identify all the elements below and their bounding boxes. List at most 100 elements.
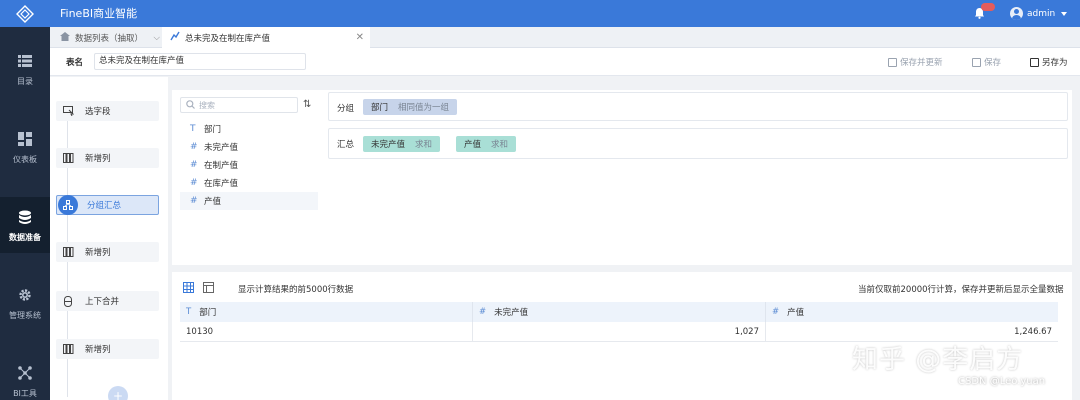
summary-field-chip[interactable]: 产值 求和 (456, 136, 517, 152)
list-item[interactable]: T 部门 (180, 120, 318, 138)
group-dropzone[interactable]: 分组 部门 相同值为一组 (328, 92, 1068, 121)
preview-limit-note: 当前仅取前20000行计算，保存并更新后显示全量数据 (858, 285, 1064, 295)
nav-item-bi-tools[interactable]: BI工具 (0, 353, 50, 400)
search-placeholder: 搜索 (199, 100, 215, 110)
home-icon (60, 31, 70, 44)
summary-field-chip[interactable]: 未完产值 求和 (363, 136, 441, 152)
nav-item-catalog[interactable]: 目录 (0, 41, 50, 97)
add-column-icon (60, 344, 76, 354)
dataset-icon (170, 31, 180, 44)
column-name: 产值 (787, 308, 805, 318)
field-list: T 部门 # 未完产值 # 在制产值 # 在库产值 # 产值 (180, 120, 318, 210)
chip-method: 求和 (491, 140, 509, 150)
tab-label: 总未完及在制在库产值 (185, 33, 271, 44)
table-view-icon[interactable] (203, 282, 214, 293)
top-bar: FineBI商业智能 admin (0, 0, 1080, 27)
step-add-column-3[interactable]: 新增列 (56, 339, 159, 359)
chip-field: 产值 (464, 140, 482, 150)
gear-icon (17, 287, 33, 303)
list-item[interactable]: # 在库产值 (180, 174, 318, 192)
left-nav: 目录 仪表板 数据准备 管理系统 BI工具 (0, 27, 50, 400)
field-name: 在制产值 (204, 161, 239, 171)
table-name-bar: 表名 总未完及在制在库产值 保存并更新 保存 另存为 (50, 48, 1080, 76)
save-as-button[interactable]: 另存为 (1030, 56, 1068, 68)
number-type-icon: # (479, 307, 487, 317)
credit-text: CSDN @Leo.yuan (958, 376, 1046, 387)
save-update-label: 保存并更新 (900, 58, 943, 68)
nav-label: 仪表板 (13, 155, 37, 164)
summary-dropzone[interactable]: 汇总 未完产值 求和 产值 求和 (328, 128, 1068, 159)
nav-item-dashboard[interactable]: 仪表板 (0, 119, 50, 175)
column-header[interactable]: # 产值 (766, 302, 1058, 322)
step-select-field[interactable]: 选字段 (56, 101, 159, 121)
number-type-icon: # (190, 142, 198, 152)
tab-label: 数据列表（抽取） (75, 33, 144, 44)
preview-note: 显示计算结果的前5000行数据 (238, 285, 354, 295)
app-title: FineBI商业智能 (60, 7, 138, 20)
number-type-icon: # (190, 160, 198, 170)
nav-item-data-prep[interactable]: 数据准备 (0, 197, 50, 253)
save-label: 保存 (984, 58, 1002, 68)
select-field-icon (60, 106, 76, 116)
column-name: 部门 (199, 308, 217, 318)
field-name: 在库产值 (204, 179, 239, 189)
step-label: 新增列 (85, 154, 111, 164)
chip-method: 相同值为一组 (398, 103, 450, 113)
tab-data-list[interactable]: 数据列表（抽取） ⌵ (56, 27, 160, 48)
group-summary-icon (58, 195, 78, 215)
number-type-icon: # (190, 178, 198, 188)
group-config-panel: 搜索 ⇅ T 部门 # 未完产值 # 在制产值 # 在库产值 # 产值 分组 部… (172, 90, 1072, 265)
field-name: 未完产值 (204, 143, 239, 153)
merge-icon (60, 295, 76, 307)
step-group-summary[interactable]: 分组汇总 (56, 195, 159, 215)
save-as-label: 另存为 (1042, 58, 1068, 68)
search-icon (186, 99, 195, 111)
table-name-input[interactable]: 总未完及在制在库产值 (94, 53, 306, 70)
field-search-input[interactable]: 搜索 (180, 97, 298, 113)
nav-label: 数据准备 (9, 233, 41, 242)
tab-bar: 数据列表（抽取） ⌵ 总未完及在制在库产值 ✕ (50, 27, 1080, 48)
dashboard-icon (17, 131, 33, 147)
table-header-row: T 部门 # 未完产值 # 产值 (180, 302, 1058, 322)
nav-label: 管理系统 (9, 311, 41, 320)
table-name-label: 表名 (66, 58, 84, 68)
table-cell: 10130 (180, 322, 473, 342)
user-name: admin (1027, 8, 1056, 19)
column-header[interactable]: # 未完产值 (473, 302, 766, 322)
summary-label: 汇总 (337, 140, 355, 150)
app-logo-icon[interactable] (0, 0, 50, 27)
list-item[interactable]: # 在制产值 (180, 156, 318, 174)
sort-icon[interactable]: ⇅ (303, 99, 311, 110)
database-icon (17, 209, 33, 225)
list-item[interactable]: # 未完产值 (180, 138, 318, 156)
step-add-column-1[interactable]: 新增列 (56, 148, 159, 168)
column-header[interactable]: T 部门 (180, 302, 473, 322)
nav-item-admin[interactable]: 管理系统 (0, 275, 50, 331)
tab-dataset[interactable]: 总未完及在制在库产值 ✕ (162, 27, 370, 48)
steps-panel: 选字段 新增列 分组汇总 新增列 上下合并 新增列 + (50, 77, 168, 400)
save-button[interactable]: 保存 (972, 56, 1001, 68)
number-type-icon: # (190, 196, 198, 206)
list-item[interactable]: # 产值 (180, 192, 318, 210)
watermark: 知乎 @李启方 (852, 345, 1024, 375)
group-label: 分组 (337, 104, 355, 114)
add-step-button[interactable]: + (108, 386, 128, 400)
chip-method: 求和 (415, 140, 433, 150)
user-menu[interactable]: admin (1010, 0, 1068, 27)
step-label: 分组汇总 (87, 201, 122, 211)
step-merge[interactable]: 上下合并 (56, 291, 159, 311)
nav-label: BI工具 (13, 389, 37, 398)
nav-label: 目录 (17, 77, 33, 86)
close-icon[interactable]: ✕ (356, 32, 364, 43)
step-label: 上下合并 (85, 297, 120, 307)
notification-badge (981, 3, 995, 11)
chevron-down-icon (1061, 11, 1068, 16)
grid-view-icon[interactable] (183, 282, 194, 293)
avatar (1010, 7, 1023, 20)
step-add-column-2[interactable]: 新增列 (56, 242, 159, 262)
chip-field: 部门 (371, 103, 389, 113)
chevron-down-icon[interactable]: ⌵ (154, 33, 160, 43)
column-name: 未完产值 (494, 308, 529, 318)
group-field-chip[interactable]: 部门 相同值为一组 (363, 99, 458, 115)
save-update-button[interactable]: 保存并更新 (888, 56, 943, 68)
